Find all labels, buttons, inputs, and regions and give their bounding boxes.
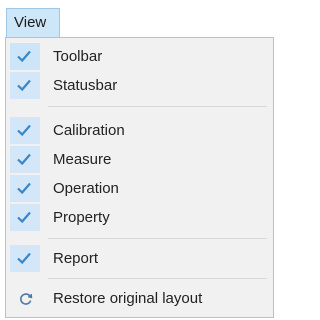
menu-item-label: Operation [53, 180, 119, 197]
menu-item-toolbar[interactable]: Toolbar [6, 42, 273, 71]
menu-item-label: Report [53, 250, 99, 267]
menu-item-label: Statusbar [53, 77, 118, 94]
menu-item-restore-layout[interactable]: Restore original layout [6, 284, 273, 313]
menu-separator [48, 278, 267, 279]
checkmark-icon [10, 204, 40, 231]
checkmark-icon [10, 245, 40, 272]
checkmark-icon [10, 43, 40, 70]
checkmark-icon [10, 117, 40, 144]
menu-view[interactable]: View [6, 8, 60, 38]
checkmark-icon [10, 72, 40, 99]
menu-item-label: Restore original layout [53, 290, 203, 307]
menu-item-property[interactable]: Property [6, 203, 273, 232]
menu-item-measure[interactable]: Measure [6, 145, 273, 174]
menu-item-report[interactable]: Report [6, 244, 273, 273]
menu-item-label: Property [53, 209, 110, 226]
menu-bar: View [0, 0, 278, 40]
menu-item-label: Toolbar [53, 48, 103, 65]
menu-item-label: Calibration [53, 122, 125, 139]
menu-item-statusbar[interactable]: Statusbar [6, 71, 273, 100]
menu-separator [48, 238, 267, 239]
menu-separator [48, 106, 267, 107]
checkmark-icon [10, 146, 40, 173]
view-dropdown-menu: Toolbar Statusbar Calibration Measure Op… [5, 37, 274, 318]
refresh-icon [19, 292, 33, 311]
checkmark-icon [10, 175, 40, 202]
menu-item-operation[interactable]: Operation [6, 174, 273, 203]
menu-item-calibration[interactable]: Calibration [6, 116, 273, 145]
menu-item-label: Measure [53, 151, 112, 168]
